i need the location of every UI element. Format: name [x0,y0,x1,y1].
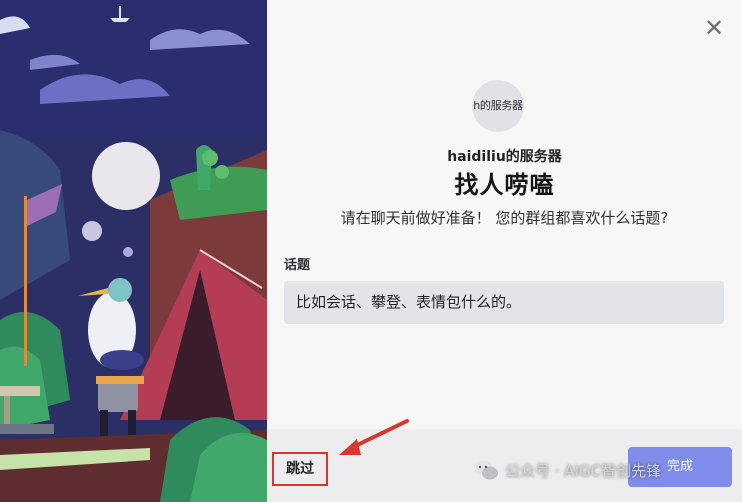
watermark: 公众号 · AIGC智创先锋 [473,458,661,482]
watermark-text: 公众号 · AIGC智创先锋 [505,461,662,480]
skip-button[interactable]: 跳过 [272,452,328,486]
topic-label: 话题 [284,258,311,273]
modal-subtitle: 请在聊天前做好准备！ 您的群组都喜欢什么话题? [340,209,669,227]
onboarding-illustration [0,0,267,502]
wechat-icon [473,459,499,481]
annotation-arrow-icon [339,419,409,455]
modal-title: 找人唠嗑 [454,171,555,199]
server-avatar[interactable]: h的服务器 [472,80,524,132]
topic-placeholder: 比如会话、攀登、表情包什么的。 [296,293,522,311]
server-name: haidiliu的服务器 [447,149,562,165]
topic-input[interactable]: 比如会话、攀登、表情包什么的。 [284,281,724,324]
close-icon[interactable]: ✕ [700,14,728,42]
